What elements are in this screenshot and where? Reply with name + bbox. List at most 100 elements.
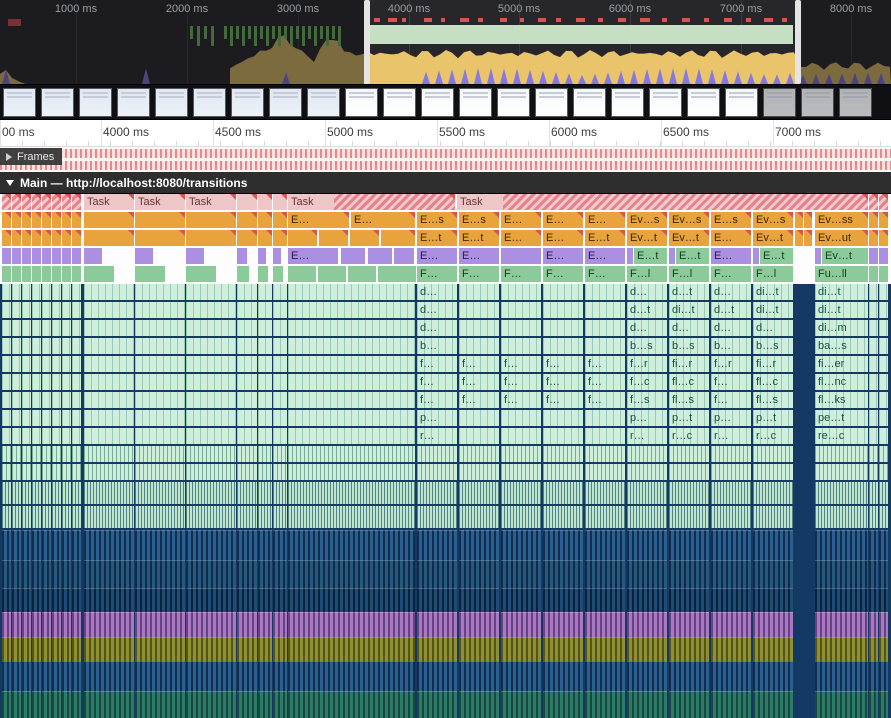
deep-stack-band[interactable]: [2, 661, 11, 691]
call-frame-bar[interactable]: [543, 302, 583, 318]
event-bar[interactable]: [879, 230, 888, 246]
event-bar[interactable]: E…s: [417, 212, 457, 228]
call-frame-bar[interactable]: [72, 338, 81, 354]
call-frame-bar[interactable]: [22, 410, 31, 426]
event-bar[interactable]: E…: [711, 230, 751, 246]
call-frame-bar[interactable]: r…c: [753, 428, 793, 444]
call-frame-bar[interactable]: [237, 338, 257, 354]
function-call-bar[interactable]: [186, 266, 216, 282]
call-frame-bar[interactable]: [585, 302, 625, 318]
call-frame-bar[interactable]: [12, 374, 21, 390]
call-frame-bar[interactable]: [22, 392, 31, 408]
call-frame-bar[interactable]: [12, 284, 21, 300]
timeline-overview[interactable]: 1000 ms2000 ms3000 ms4000 ms5000 ms6000 …: [0, 0, 891, 85]
call-frame-bar[interactable]: p…t: [753, 410, 793, 426]
deep-stack-band[interactable]: [879, 560, 888, 588]
deep-stack-band[interactable]: [135, 612, 185, 637]
deep-stack-band[interactable]: [52, 691, 61, 718]
deep-stack-band[interactable]: [72, 560, 81, 588]
style-bar[interactable]: [42, 248, 51, 264]
call-frame-bar[interactable]: [32, 338, 41, 354]
deep-stack-band[interactable]: [417, 560, 457, 588]
style-bar[interactable]: [186, 248, 204, 264]
micro-stack-band[interactable]: [84, 506, 134, 528]
deep-stack-band[interactable]: [84, 588, 134, 612]
event-bar[interactable]: [22, 212, 31, 228]
call-frame-bar[interactable]: d…: [417, 284, 457, 300]
call-frame-bar[interactable]: [753, 446, 793, 462]
call-frame-bar[interactable]: f…c: [627, 374, 667, 390]
deep-stack-band[interactable]: [186, 530, 236, 560]
deep-stack-band[interactable]: [12, 637, 21, 661]
event-bar[interactable]: [795, 230, 803, 246]
micro-stack-band[interactable]: [288, 506, 415, 528]
call-frame-bar[interactable]: [288, 392, 415, 408]
call-frame-bar[interactable]: [186, 374, 236, 390]
task-bar[interactable]: [62, 194, 71, 210]
call-frame-bar[interactable]: [585, 428, 625, 444]
deep-stack-band[interactable]: [32, 560, 41, 588]
screenshot-thumbnail[interactable]: [611, 88, 644, 117]
event-bar[interactable]: [52, 212, 61, 228]
style-bar[interactable]: E…: [543, 248, 583, 264]
deep-stack-band[interactable]: [42, 560, 51, 588]
deep-stack-band[interactable]: [459, 637, 499, 661]
function-call-bar[interactable]: [135, 266, 165, 282]
deep-stack-band[interactable]: [186, 588, 236, 612]
call-frame-bar[interactable]: [869, 374, 878, 390]
task-bar[interactable]: [72, 194, 81, 210]
deep-stack-band[interactable]: [135, 560, 185, 588]
call-frame-bar[interactable]: [135, 356, 185, 372]
call-frame-bar[interactable]: [501, 320, 541, 336]
style-bar[interactable]: [627, 248, 633, 264]
call-frame-bar[interactable]: fl…c: [669, 374, 709, 390]
call-frame-bar[interactable]: [879, 302, 888, 318]
screenshot-thumbnail[interactable]: [573, 88, 606, 117]
call-frame-bar[interactable]: [72, 302, 81, 318]
function-call-bar[interactable]: [879, 266, 888, 282]
style-bar[interactable]: E…: [459, 248, 499, 264]
style-bar[interactable]: [2, 248, 11, 264]
call-frame-bar[interactable]: [12, 446, 21, 462]
deep-stack-band[interactable]: [417, 661, 457, 691]
style-bar[interactable]: [62, 248, 71, 264]
deep-stack-band[interactable]: [711, 637, 751, 661]
call-frame-bar[interactable]: [459, 284, 499, 300]
event-bar[interactable]: Ev…t: [669, 230, 709, 246]
micro-stack-band[interactable]: [501, 506, 541, 528]
micro-stack-band[interactable]: [135, 506, 185, 528]
micro-stack-band[interactable]: [52, 506, 61, 528]
micro-stack-band[interactable]: [501, 482, 541, 504]
call-frame-bar[interactable]: [42, 446, 51, 462]
micro-stack-band[interactable]: [753, 506, 793, 528]
micro-stack-band[interactable]: [22, 482, 31, 504]
event-bar[interactable]: [72, 212, 81, 228]
call-frame-bar[interactable]: di…t: [753, 284, 793, 300]
style-bar[interactable]: [22, 248, 31, 264]
call-frame-bar[interactable]: [288, 356, 415, 372]
call-frame-bar[interactable]: f…: [585, 374, 625, 390]
task-bar[interactable]: Task: [288, 194, 455, 210]
call-frame-bar[interactable]: re…c: [815, 428, 868, 444]
call-frame-bar[interactable]: [52, 284, 61, 300]
deep-stack-band[interactable]: [2, 612, 11, 637]
task-bar[interactable]: [32, 194, 41, 210]
call-frame-bar[interactable]: [501, 410, 541, 426]
deep-stack-band[interactable]: [879, 637, 888, 661]
micro-stack-band[interactable]: [417, 506, 457, 528]
call-frame-bar[interactable]: [32, 320, 41, 336]
call-frame-bar[interactable]: [237, 302, 257, 318]
micro-stack-band[interactable]: [84, 482, 134, 504]
event-bar[interactable]: [32, 212, 41, 228]
call-frame-bar[interactable]: [273, 464, 287, 480]
screenshot-thumbnail[interactable]: [763, 88, 796, 117]
screenshot-thumbnail[interactable]: [269, 88, 302, 117]
function-call-bar[interactable]: F…: [711, 266, 751, 282]
call-frame-bar[interactable]: f…: [543, 392, 583, 408]
call-frame-bar[interactable]: [32, 302, 41, 318]
call-frame-bar[interactable]: [22, 374, 31, 390]
deep-stack-band[interactable]: [288, 661, 415, 691]
task-bar[interactable]: [2, 194, 11, 210]
call-frame-bar[interactable]: [12, 356, 21, 372]
call-frame-bar[interactable]: [12, 410, 21, 426]
